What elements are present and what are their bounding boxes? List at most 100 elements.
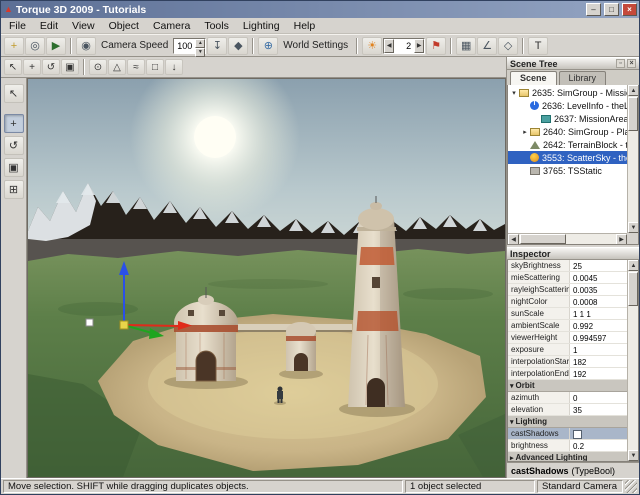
property-value[interactable]: 1	[570, 344, 627, 355]
tree-vertical-scrollbar[interactable]: ▲ ▼	[627, 85, 638, 233]
gizmo-center-handle[interactable]	[120, 321, 128, 329]
spin-right-icon[interactable]: ▶	[414, 39, 424, 53]
scroll-down-icon[interactable]: ▼	[628, 450, 639, 461]
viewport-3d-scene[interactable]	[28, 79, 505, 477]
section-collapse-icon[interactable]: ▾	[510, 418, 514, 426]
scroll-thumb[interactable]	[628, 97, 638, 131]
menu-tools[interactable]: Tools	[197, 19, 236, 33]
property-value[interactable]: 0.0045	[570, 272, 627, 283]
tree-item[interactable]: 2642: TerrainBlock - theTerrain	[508, 138, 627, 151]
panel-pin-icon[interactable]: ▫	[616, 59, 625, 68]
flag-icon[interactable]: ⚑	[426, 37, 446, 55]
viewport-3d[interactable]	[27, 78, 506, 478]
property-value[interactable]: 0.2	[570, 440, 627, 451]
property-value[interactable]	[570, 428, 627, 439]
property-value[interactable]: 0	[570, 392, 627, 403]
scroll-left-icon[interactable]: ◀	[508, 234, 519, 245]
tree-item[interactable]: 2636: LevelInfo - theLevelInfo	[508, 99, 627, 112]
titlebar[interactable]: ▲ Torque 3D 2009 - Tutorials – □ ×	[1, 1, 639, 18]
tab-library[interactable]: Library	[559, 71, 607, 85]
select-arrow-icon[interactable]: ↖	[4, 59, 22, 75]
camera-speed-input[interactable]: 100▲▼	[173, 38, 206, 54]
small-dome-hut[interactable]	[286, 322, 316, 371]
scroll-thumb[interactable]	[520, 234, 566, 244]
menu-view[interactable]: View	[65, 19, 102, 33]
scroll-thumb[interactable]	[628, 272, 638, 306]
panel-close-icon[interactable]: ×	[627, 59, 636, 68]
tree-item[interactable]: 2637: MissionArea - theMis	[508, 112, 627, 125]
sun-angle-input-value[interactable]: 2	[394, 41, 414, 51]
scroll-up-icon[interactable]: ▲	[628, 260, 639, 271]
resize-grip-icon[interactable]	[625, 480, 637, 493]
world-axis-icon[interactable]: ⊙	[89, 59, 107, 75]
rotate-tool-icon[interactable]: ↺	[42, 59, 60, 75]
gizmo-x-axis[interactable]	[124, 325, 178, 326]
property-value[interactable]: 0.992	[570, 320, 627, 331]
snap-grid-icon[interactable]: ▦	[456, 37, 476, 55]
property-value[interactable]: 0.0008	[570, 296, 627, 307]
translate-tool-icon[interactable]: +	[23, 59, 41, 75]
close-button[interactable]: ×	[622, 3, 637, 16]
inspector-section-advanced-lighting[interactable]: ▸Advanced Lighting	[508, 452, 627, 461]
camera-icon[interactable]: ◉	[76, 37, 96, 55]
spin-left-icon[interactable]: ◀	[384, 39, 394, 53]
checkbox[interactable]	[573, 430, 582, 439]
tree-horizontal-scrollbar[interactable]: ◀ ▶	[508, 233, 627, 244]
menu-camera[interactable]: Camera	[146, 19, 197, 33]
spin-up-icon[interactable]: ▲	[195, 39, 205, 48]
property-value[interactable]: 0.994597	[570, 332, 627, 343]
inspector-section-orbit[interactable]: ▾Orbit	[508, 380, 627, 392]
move-tool-icon[interactable]: +	[4, 114, 24, 133]
player-camera-icon[interactable]: ◆	[228, 37, 248, 55]
tree-item[interactable]: ▸2640: SimGroup - PlayerDropP	[508, 125, 627, 138]
drop-to-ground-icon[interactable]: ↓	[165, 59, 183, 75]
tab-scene[interactable]: Scene	[510, 71, 557, 85]
tree-item[interactable]: 3765: TSStatic	[508, 164, 627, 177]
snap-angle-icon[interactable]: ∠	[477, 37, 497, 55]
snap-tool-icon[interactable]: ⊞	[4, 180, 24, 199]
property-value[interactable]: 35	[570, 404, 627, 415]
world-settings-icon[interactable]: ⊕	[258, 37, 278, 55]
play-icon[interactable]: ▶	[46, 37, 66, 55]
spin-down-icon[interactable]: ▼	[195, 48, 205, 57]
world-gizmo-icon[interactable]: +	[4, 37, 24, 55]
tree-item[interactable]: ▾2635: SimGroup - MissionGroup	[508, 86, 627, 99]
scroll-up-icon[interactable]: ▲	[628, 85, 639, 96]
select-tool-icon[interactable]: ↖	[4, 84, 24, 103]
maximize-button[interactable]: □	[604, 3, 619, 16]
text-tool-icon[interactable]: T	[528, 37, 548, 55]
gizmo-handle-square[interactable]	[86, 319, 93, 326]
menu-file[interactable]: File	[2, 19, 33, 33]
snap-object-icon[interactable]: ◇	[498, 37, 518, 55]
scroll-right-icon[interactable]: ▶	[616, 234, 627, 245]
tree-item[interactable]: 3553: ScatterSky - theSky	[508, 151, 627, 164]
inspector-vertical-scrollbar[interactable]: ▲ ▼	[627, 260, 638, 461]
minimize-button[interactable]: –	[586, 3, 601, 16]
property-value[interactable]: 192	[570, 368, 627, 379]
expander-icon[interactable]: ▸	[521, 128, 529, 136]
scale-tool-icon[interactable]: ▣	[61, 59, 79, 75]
sun-angle-input[interactable]: ◀2▶	[383, 38, 425, 54]
property-value[interactable]: 1 1 1	[570, 308, 627, 319]
orbit-camera-icon[interactable]: ◎	[25, 37, 45, 55]
drop-camera-icon[interactable]: ↧	[207, 37, 227, 55]
expander-icon[interactable]: ▾	[510, 89, 518, 97]
bounds-select-icon[interactable]: □	[146, 59, 164, 75]
menu-help[interactable]: Help	[287, 19, 323, 33]
camera-speed-input-value[interactable]: 100	[174, 41, 195, 51]
menu-lighting[interactable]: Lighting	[236, 19, 287, 33]
sun-icon[interactable]: ☀	[362, 37, 382, 55]
section-collapse-icon[interactable]: ▸	[510, 454, 514, 462]
property-value[interactable]: 182	[570, 356, 627, 367]
local-axis-icon[interactable]: △	[108, 59, 126, 75]
menu-edit[interactable]: Edit	[33, 19, 65, 33]
scroll-down-icon[interactable]: ▼	[628, 222, 639, 233]
menu-object[interactable]: Object	[102, 19, 146, 33]
property-value[interactable]: 0.0035	[570, 284, 627, 295]
scale-tool-icon[interactable]: ▣	[4, 158, 24, 177]
inspector-section-lighting[interactable]: ▾Lighting	[508, 416, 627, 428]
section-collapse-icon[interactable]: ▾	[510, 382, 514, 390]
rotate-tool-icon[interactable]: ↺	[4, 136, 24, 155]
soft-snap-icon[interactable]: ≈	[127, 59, 145, 75]
property-value[interactable]: 25	[570, 260, 627, 271]
